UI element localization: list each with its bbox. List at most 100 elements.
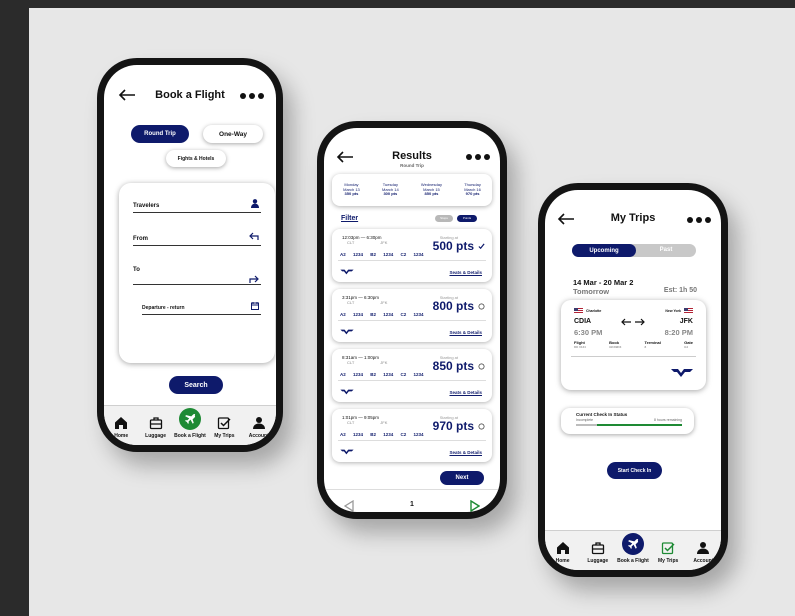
book-value: GKD9D3 xyxy=(609,345,622,349)
travelers-label: Travelers xyxy=(133,203,160,209)
points-pill[interactable]: Points xyxy=(457,215,477,222)
radio-icon[interactable] xyxy=(478,423,485,430)
origin-code: CLT xyxy=(347,360,355,365)
seats-details-link[interactable]: Seats & Details xyxy=(449,450,482,455)
gate-value: G4 xyxy=(684,345,689,349)
radio-icon[interactable] xyxy=(478,363,485,370)
checkin-remaining: 8 hours remaining xyxy=(653,418,682,422)
tab-book-flight[interactable]: Book a Flight xyxy=(174,408,206,439)
seats-details-link[interactable]: Seats & Details xyxy=(449,270,482,275)
seats-details-link[interactable]: Seats & Details xyxy=(449,330,482,335)
trip-estimate: Est: 1h 50 xyxy=(663,287,697,294)
origin-code: CLT xyxy=(347,420,355,425)
us-flag-icon xyxy=(574,308,583,314)
tab-home[interactable]: Home xyxy=(105,416,137,439)
next-button[interactable]: Next xyxy=(440,471,484,485)
person-icon xyxy=(251,199,259,208)
stops-pill[interactable]: Stops xyxy=(435,215,453,222)
bottom-tab-bar: Home Luggage Book a Flight My Trips Acco… xyxy=(545,530,721,570)
trip-when: Tomorrow xyxy=(573,287,610,296)
round-trip-arrows-icon xyxy=(621,318,645,326)
more-options-icon[interactable] xyxy=(466,154,490,160)
tab-account[interactable]: Account xyxy=(687,541,719,564)
phone-my-trips: My Trips Upcoming Past 14 Mar - 20 Mar 2… xyxy=(538,183,728,577)
page-subtitle: Round Trip xyxy=(400,163,424,168)
checkin-progress-bar xyxy=(576,424,682,426)
airline-logo xyxy=(340,269,354,275)
luggage-icon xyxy=(591,542,604,555)
tab-luggage[interactable]: Luggage xyxy=(582,541,614,564)
date-option[interactable]: Thursday March 16 970 pts xyxy=(464,182,481,197)
start-checkin-button[interactable]: Start Check In xyxy=(607,462,662,479)
flight-times: 3:31pm — 6:30pm CLT JFK xyxy=(342,295,387,305)
more-options-icon[interactable] xyxy=(240,93,264,99)
calendar-icon xyxy=(251,302,259,310)
airline-logo xyxy=(671,369,693,377)
one-way-toggle[interactable]: One-Way xyxy=(203,125,263,143)
tab-upcoming[interactable]: Upcoming xyxy=(572,244,636,257)
arrival-time: 8:20 PM xyxy=(664,328,693,337)
result-card[interactable]: 3:31pm — 6:30pm CLT JFK Starting at 800 pts A… xyxy=(332,289,492,342)
result-card[interactable]: 8:31am — 1:00pm CLT JFK Starting at 850 pts A… xyxy=(332,349,492,402)
result-card[interactable]: 1:01pm — 9:05pm CLT JFK Starting at 970 pts A… xyxy=(332,409,492,462)
tab-luggage[interactable]: Luggage xyxy=(140,416,172,439)
destination-code: JFK xyxy=(380,360,388,365)
seats-details-link[interactable]: Seats & Details xyxy=(449,390,482,395)
account-icon xyxy=(252,417,265,429)
departure-return-field[interactable]: Departure - return xyxy=(142,302,261,319)
result-card[interactable]: 12:03pm — 6:30pm CLT JFK Starting at 500 pts… xyxy=(332,229,492,282)
trip-card[interactable]: Charlotte New York CDIA JFK 6:30 PM 8:20… xyxy=(561,300,706,390)
origin-city: Charlotte xyxy=(586,309,602,313)
points-price: 500 pts xyxy=(432,239,474,253)
to-field[interactable]: To xyxy=(133,267,261,293)
date-option[interactable]: Wednesday March 15 850 pts xyxy=(421,182,442,197)
tab-book-flight[interactable]: Book a Flight xyxy=(617,533,649,564)
tab-past[interactable]: Past xyxy=(636,244,696,257)
luggage-icon xyxy=(149,417,162,430)
next-page-icon[interactable] xyxy=(470,500,480,512)
stage-background: Book a Flight Round Trip One-Way Fights … xyxy=(29,8,795,616)
tab-home[interactable]: Home xyxy=(547,541,579,564)
filter-link[interactable]: Filter xyxy=(341,215,358,222)
checkmark-icon[interactable] xyxy=(478,243,485,250)
points-price: 800 pts xyxy=(432,299,474,313)
card-divider xyxy=(338,380,486,381)
more-options-icon[interactable] xyxy=(687,217,711,223)
from-field[interactable]: From xyxy=(133,232,261,250)
flight-codes: A2 1234 B2 1234 C2 1234 xyxy=(340,432,424,437)
flights-hotels-toggle[interactable]: Fights & Hotels xyxy=(166,150,226,167)
trips-segmented-control: Upcoming Past xyxy=(572,244,696,257)
date-pts: 970 pts xyxy=(465,191,480,197)
arrival-arrow-icon xyxy=(249,275,259,283)
checkin-status-card: Current Check In Status Incomplete 8 hou… xyxy=(561,408,694,434)
flight-times: 12:03pm — 6:30pm CLT JFK xyxy=(342,235,387,245)
airline-logo xyxy=(340,329,354,335)
checkin-progress-fill xyxy=(576,424,598,426)
airline-logo xyxy=(340,449,354,455)
checkin-title: Current Check In Status xyxy=(576,412,628,417)
destination-code: JFK xyxy=(380,420,388,425)
travelers-field[interactable]: Travelers xyxy=(133,199,261,217)
departure-time: 6:30 PM xyxy=(574,328,603,337)
search-button[interactable]: Search xyxy=(169,376,223,394)
origin-code: CLT xyxy=(347,240,355,245)
flight-codes: A2 1234 B2 1234 C2 1234 xyxy=(340,252,424,257)
flight-times: 1:01pm — 9:05pm CLT JFK xyxy=(342,415,387,425)
card-divider xyxy=(338,440,486,441)
flight-codes: A2 1234 B2 1234 C2 1234 xyxy=(340,312,424,317)
tab-my-trips[interactable]: My Trips xyxy=(208,416,240,439)
phone-results: Results Round Trip Monday March 13 350 pts… xyxy=(317,121,507,519)
tab-my-trips[interactable]: My Trips xyxy=(652,541,684,564)
origin-code: CLT xyxy=(347,300,355,305)
card-divider xyxy=(338,320,486,321)
date-pts: 350 pts xyxy=(344,191,359,197)
tab-account[interactable]: Account xyxy=(243,416,275,439)
round-trip-toggle[interactable]: Round Trip xyxy=(131,125,189,143)
home-icon xyxy=(115,417,128,429)
date-option[interactable]: Tuesday March 14 300 pts xyxy=(382,182,399,197)
tab-home-label: Home xyxy=(555,558,570,564)
radio-icon[interactable] xyxy=(478,303,485,310)
destination-code: JFK xyxy=(380,240,388,245)
date-option[interactable]: Monday March 13 350 pts xyxy=(343,182,360,197)
flight-value: DK 0134 xyxy=(574,345,586,349)
